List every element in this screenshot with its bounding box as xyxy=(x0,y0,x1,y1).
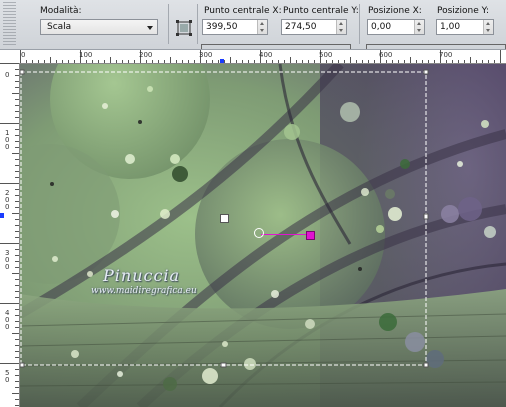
ruler-h-label: 200 xyxy=(139,51,153,59)
center-group-bracket xyxy=(201,44,351,49)
chevron-down-icon xyxy=(147,26,153,30)
mode-dropdown[interactable]: Scala xyxy=(40,19,158,35)
center-x-spinner[interactable] xyxy=(257,20,267,34)
ruler-h-label: 700 xyxy=(439,51,453,59)
ruler-v-label: 0 xyxy=(5,71,10,79)
watermark-site: www.maidiregrafica.eu xyxy=(91,286,197,296)
center-x-label: Punto centrale X: xyxy=(204,6,282,16)
tool-options-toolbar: Modalità: Scala Punto centrale X: 399,50… xyxy=(0,0,506,50)
image-canvas[interactable]: Pinuccia www.maidiregrafica.eu xyxy=(20,64,506,407)
pos-x-input[interactable]: 0,00 xyxy=(367,19,425,35)
center-y-spinner[interactable] xyxy=(336,20,346,34)
watermark-name: Pinuccia xyxy=(103,266,181,285)
pos-y-input[interactable]: 1,00 xyxy=(436,19,494,35)
rotation-pivot-icon[interactable] xyxy=(254,228,264,238)
pivot-line xyxy=(261,234,309,235)
toolbar-grip[interactable] xyxy=(3,2,16,46)
toolbar-separator xyxy=(359,4,360,44)
ruler-v-marker xyxy=(0,213,4,218)
vertical-ruler-ticks xyxy=(0,63,19,406)
center-y-label: Punto centrale Y: xyxy=(283,6,359,16)
mode-label: Modalità: xyxy=(40,6,82,16)
center-x-value: 399,50 xyxy=(206,22,238,32)
vertical-ruler[interactable]: 0 1 0 0 2 0 0 3 0 0 4 0 0 5 0 xyxy=(0,63,20,407)
toolbar-separator xyxy=(168,4,169,44)
ruler-v-label: 5 0 xyxy=(5,369,10,384)
pos-y-label: Posizione Y: xyxy=(437,6,489,16)
pos-y-spinner[interactable] xyxy=(483,20,493,34)
horizontal-ruler[interactable]: 0 100 200 300 400 500 600 700 xyxy=(20,50,506,64)
rotation-handle[interactable] xyxy=(306,231,315,240)
ruler-h-label: 500 xyxy=(319,51,333,59)
ruler-h-label: 300 xyxy=(199,51,213,59)
position-group-bracket xyxy=(366,44,506,49)
center-y-input[interactable]: 274,50 xyxy=(281,19,347,35)
ruler-h-marker xyxy=(220,59,224,63)
mode-dropdown-value: Scala xyxy=(47,22,72,32)
center-x-input[interactable]: 399,50 xyxy=(202,19,268,35)
pos-x-value: 0,00 xyxy=(371,22,392,32)
ruler-v-label: 4 0 0 xyxy=(5,309,10,331)
ruler-v-label: 1 0 0 xyxy=(5,129,10,151)
ruler-corner xyxy=(0,50,21,64)
toolbar-separator xyxy=(197,4,198,44)
ruler-h-label: 400 xyxy=(259,51,273,59)
pos-y-value: 1,00 xyxy=(440,22,461,32)
ruler-h-label: 100 xyxy=(79,51,93,59)
center-y-value: 274,50 xyxy=(285,22,317,32)
center-handle[interactable] xyxy=(220,214,229,223)
pos-x-spinner[interactable] xyxy=(414,20,424,34)
pos-x-label: Posizione X: xyxy=(368,6,422,16)
ruler-v-label: 2 0 0 xyxy=(5,189,10,211)
pick-tool-icon[interactable] xyxy=(175,19,193,37)
ruler-h-label: 0 xyxy=(21,51,26,59)
watermark: Pinuccia www.maidiregrafica.eu xyxy=(91,266,197,296)
ruler-v-label: 3 0 0 xyxy=(5,249,10,271)
ruler-h-label: 600 xyxy=(379,51,393,59)
